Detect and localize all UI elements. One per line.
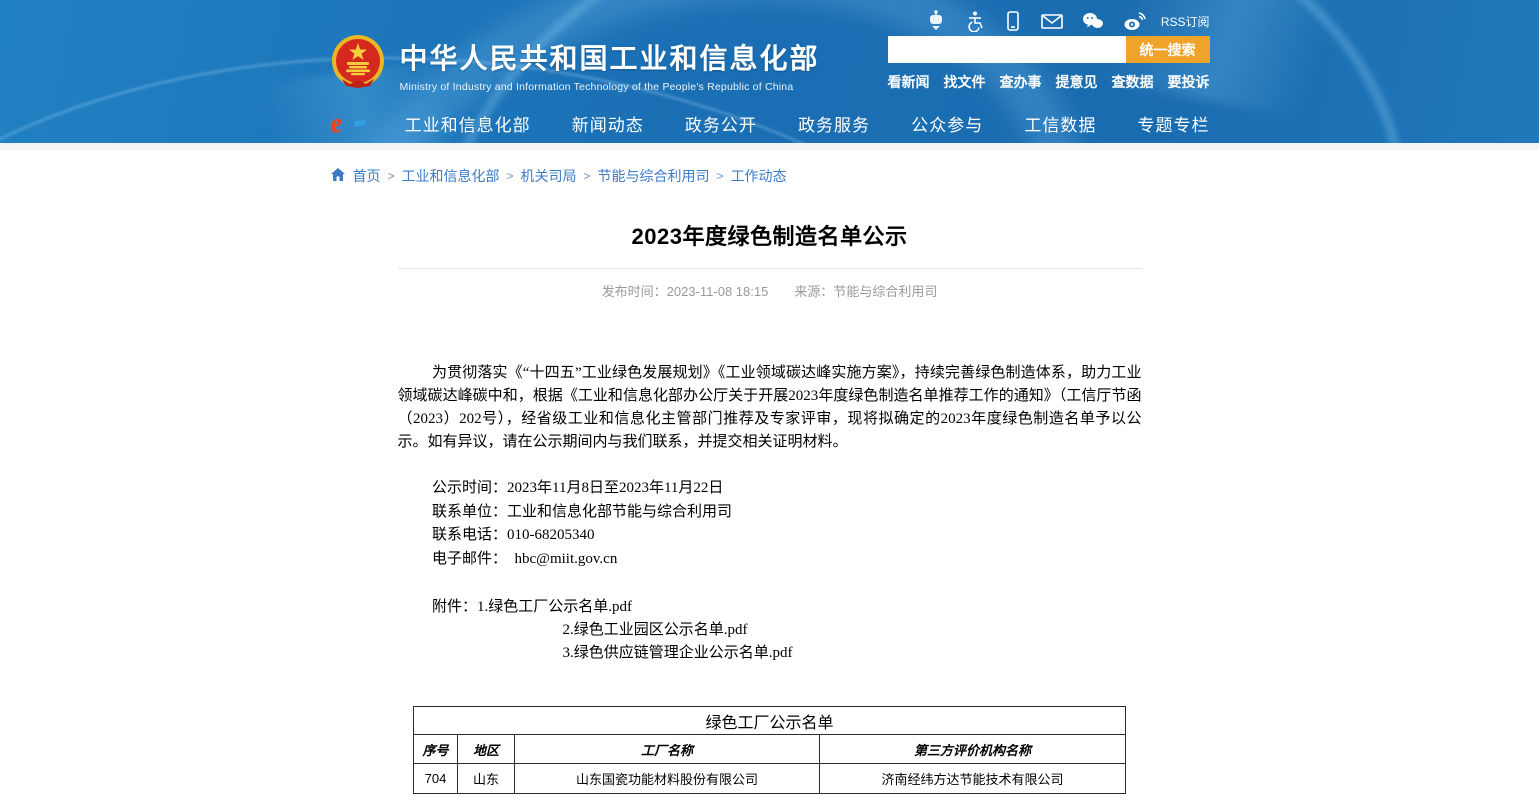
table-header-cell: 地区 <box>458 735 515 764</box>
mail-icon[interactable] <box>1040 10 1064 32</box>
table-row: 704山东山东国瓷功能材料股份有限公司济南经纬方达节能技术有限公司 <box>414 764 1126 794</box>
search-input[interactable] <box>888 36 1126 63</box>
breadcrumb-separator: > <box>507 169 514 183</box>
breadcrumb-separator: > <box>584 169 591 183</box>
table-header-cell: 序号 <box>414 735 458 764</box>
site-title: 中华人民共和国工业和信息化部 <box>400 37 820 77</box>
attachment-link[interactable]: 2.绿色工业园区公示名单.pdf <box>563 619 1142 642</box>
search-area: 统一搜索 看新闻找文件查办事提意见查数据要投诉 <box>888 36 1210 92</box>
attachment-link[interactable]: 3.绿色供应链管理企业公示名单.pdf <box>563 642 1142 665</box>
breadcrumb: 首页 > 工业和信息化部 > 机关司局 > 节能与综合利用司 > 工作动态 <box>330 166 1210 186</box>
contact-info-block: 公示时间：2023年11月8日至2023年11月22日联系单位：工业和信息化部节… <box>398 477 1142 571</box>
article-paragraph: 为贯彻落实《“十四五”工业绿色发展规划》《工业领域碳达峰实施方案》，持续完善绿色… <box>398 362 1142 454</box>
national-emblem-icon <box>330 34 386 95</box>
gov-e-logo-icon[interactable]: e <box>330 108 364 138</box>
source-value: 节能与综合利用司 <box>833 284 937 299</box>
nav-item-3[interactable]: 政务公开 <box>685 111 757 136</box>
nav-item-5[interactable]: 公众参与 <box>911 111 983 136</box>
ministry-brand[interactable]: 中华人民共和国工业和信息化部 Ministry of Industry and … <box>330 34 820 95</box>
source-label: 来源： <box>794 284 833 299</box>
breadcrumb-item-2[interactable]: 工业和信息化部 <box>402 166 500 186</box>
table-cell: 济南经纬方达节能技术有限公司 <box>820 764 1126 794</box>
contact-info-line-4: 电子邮件： hbc@miit.gov.cn <box>398 548 1142 572</box>
table-cell: 704 <box>414 764 458 794</box>
topbar: RSS订阅 <box>330 0 1210 32</box>
mobile-icon[interactable] <box>1003 10 1023 32</box>
quick-link-2[interactable]: 找文件 <box>944 72 986 92</box>
main-nav: e 工业和信息化部 新闻动态 政务公开 政务服务 公众参与 工信数据 专题专栏 <box>330 107 1210 139</box>
table-title: 绿色工厂公示名单 <box>414 707 1126 735</box>
nav-item-7[interactable]: 专题专栏 <box>1137 111 1209 136</box>
publish-time-label: 发布时间： <box>602 284 667 299</box>
nav-item-6[interactable]: 工信数据 <box>1024 111 1096 136</box>
green-factory-table: 绿色工厂公示名单 序号地区工厂名称第三方评价机构名称 704山东山东国瓷功能材料… <box>413 706 1126 794</box>
unified-search-button[interactable]: 统一搜索 <box>1126 36 1210 63</box>
attachments-block: 附件：1.绿色工厂公示名单.pdf 2.绿色工业园区公示名单.pdf 3.绿色供… <box>398 596 1142 665</box>
attachments-label: 附件： <box>432 599 477 615</box>
breadcrumb-separator: > <box>388 169 395 183</box>
nav-item-1[interactable]: 工业和信息化部 <box>405 111 531 136</box>
header-bottom-strip <box>0 143 1539 150</box>
quick-link-4[interactable]: 提意见 <box>1056 72 1098 92</box>
quick-link-1[interactable]: 看新闻 <box>888 72 930 92</box>
publish-time: 2023-11-08 18:15 <box>667 284 769 299</box>
table-cell: 山东国瓷功能材料股份有限公司 <box>515 764 820 794</box>
mascot-robot-icon[interactable] <box>925 10 947 32</box>
weibo-icon[interactable] <box>1122 10 1148 32</box>
table-header-cell: 工厂名称 <box>515 735 820 764</box>
article-meta: 发布时间：2023-11-08 18:15 来源：节能与综合利用司 <box>398 281 1142 300</box>
breadcrumb-item-4[interactable]: 节能与综合利用司 <box>598 166 710 186</box>
quick-link-3[interactable]: 查办事 <box>1000 72 1042 92</box>
rss-subscribe-link[interactable]: RSS订阅 <box>1161 13 1210 30</box>
site-header: RSS订阅 中华人民共和国工业和信息化 <box>0 0 1539 143</box>
home-icon[interactable] <box>330 167 346 185</box>
table-cell: 山东 <box>458 764 515 794</box>
contact-info-line-3: 联系电话：010-68205340 <box>398 524 1142 548</box>
wechat-icon[interactable] <box>1081 10 1105 32</box>
breadcrumb-separator: > <box>717 169 724 183</box>
accessibility-icon[interactable] <box>964 10 986 32</box>
quick-link-6[interactable]: 要投诉 <box>1168 72 1210 92</box>
article-title: 2023年度绿色制造名单公示 <box>398 219 1142 251</box>
nav-item-2[interactable]: 新闻动态 <box>572 111 644 136</box>
breadcrumb-item-1[interactable]: 首页 <box>353 166 381 186</box>
table-header-cell: 第三方评价机构名称 <box>820 735 1126 764</box>
site-subtitle: Ministry of Industry and Information Tec… <box>400 81 820 93</box>
breadcrumb-item-5[interactable]: 工作动态 <box>731 166 787 186</box>
nav-item-4[interactable]: 政务服务 <box>798 111 870 136</box>
title-divider <box>398 268 1142 269</box>
attachment-link[interactable]: 1.绿色工厂公示名单.pdf <box>477 599 632 615</box>
quick-link-5[interactable]: 查数据 <box>1112 72 1154 92</box>
contact-info-line-2: 联系单位：工业和信息化部节能与综合利用司 <box>398 501 1142 525</box>
quick-links: 看新闻找文件查办事提意见查数据要投诉 <box>888 72 1210 92</box>
contact-info-line-1: 公示时间：2023年11月8日至2023年11月22日 <box>398 477 1142 501</box>
article: 2023年度绿色制造名单公示 发布时间：2023-11-08 18:15 来源：节… <box>398 219 1142 794</box>
breadcrumb-item-3[interactable]: 机关司局 <box>521 166 577 186</box>
